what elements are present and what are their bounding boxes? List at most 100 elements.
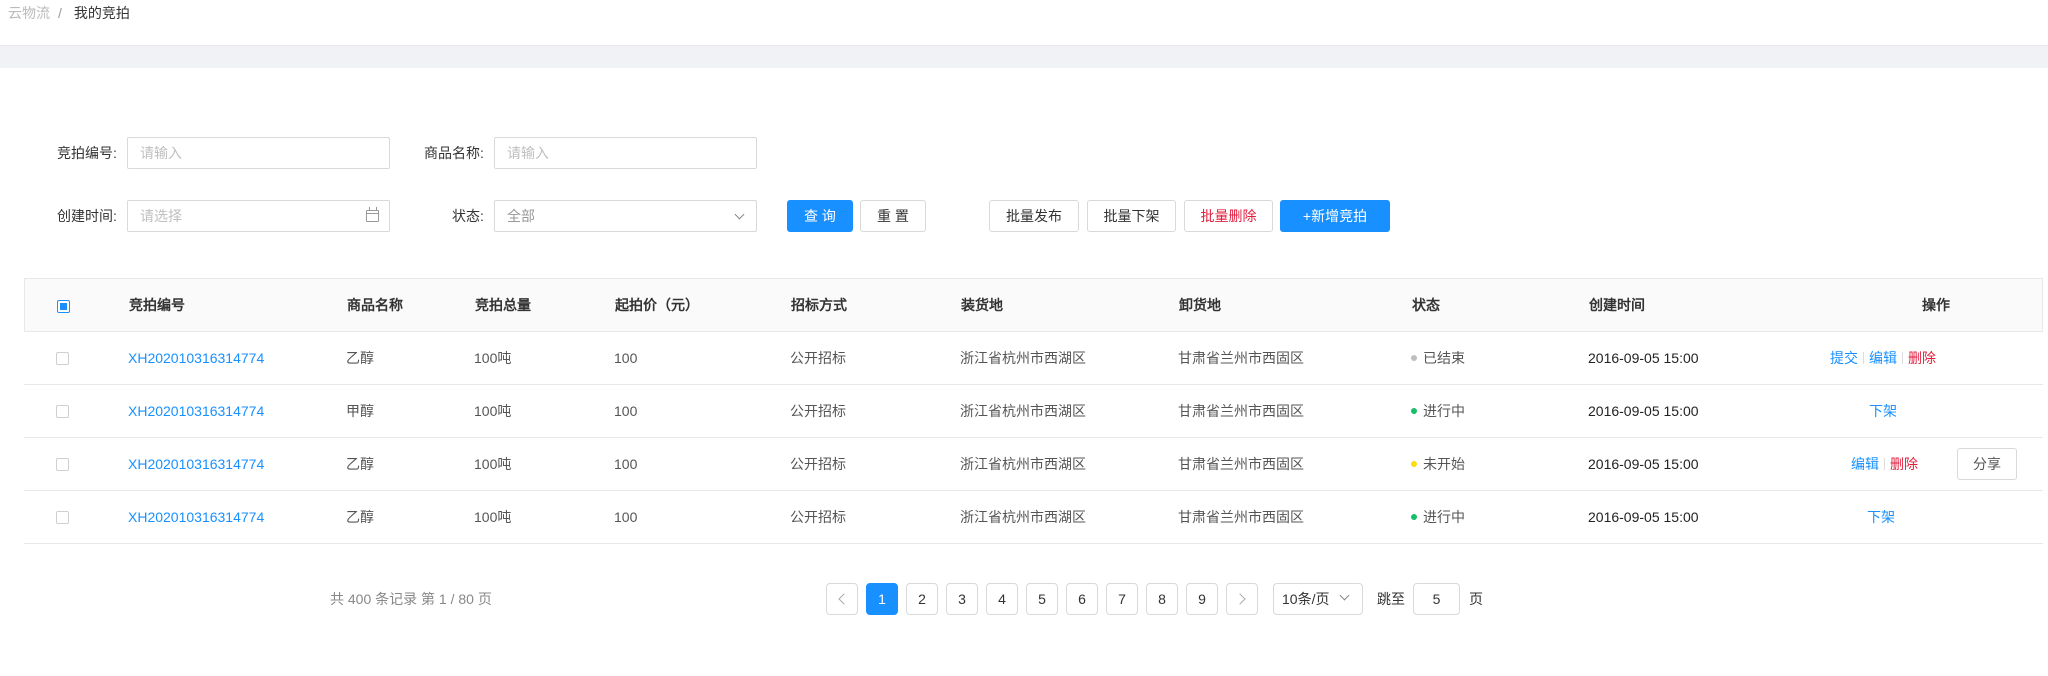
auction-no-input[interactable]: 请输入 bbox=[127, 137, 390, 169]
select-all-checkbox[interactable] bbox=[57, 299, 70, 313]
status-dot-icon bbox=[1411, 355, 1417, 361]
product-name-input[interactable]: 请输入 bbox=[494, 137, 757, 169]
auction-no-label: 竞拍编号: bbox=[57, 145, 117, 161]
header-ops: 操作 bbox=[1922, 297, 1950, 313]
share-cell: 分享 bbox=[1957, 438, 2017, 490]
header-product[interactable]: 商品名称 bbox=[347, 279, 403, 331]
page-button-5[interactable]: 5 bbox=[1026, 583, 1058, 615]
status-select[interactable]: 全部 bbox=[494, 200, 757, 232]
submit-link[interactable]: 提交 bbox=[1830, 348, 1858, 368]
product-cell: 甲醇 bbox=[346, 403, 374, 419]
row-checkbox-cell bbox=[56, 332, 69, 384]
created-cell: 2016-09-05 15:00 bbox=[1588, 403, 1699, 419]
ops-divider bbox=[1902, 352, 1903, 364]
header-status[interactable]: 状态 bbox=[1412, 279, 1440, 331]
header-quantity[interactable]: 竞拍总量 bbox=[475, 279, 531, 331]
page-button-9[interactable]: 9 bbox=[1186, 583, 1218, 615]
chevron-left-icon bbox=[838, 593, 850, 605]
bid-method-cell: 公开招标 bbox=[790, 456, 846, 472]
load-place-cell: 浙江省杭州市西湖区 bbox=[960, 456, 1086, 472]
status-cell: 已结束 bbox=[1411, 332, 1465, 384]
ops-divider bbox=[1884, 458, 1885, 470]
status-dot-icon bbox=[1411, 408, 1417, 414]
page-size-value: 10条/页 bbox=[1282, 591, 1330, 607]
delete-link[interactable]: 删除 bbox=[1908, 348, 1936, 368]
page-gap-band bbox=[0, 46, 2048, 68]
page-button-6[interactable]: 6 bbox=[1066, 583, 1098, 615]
auction-no-link[interactable]: XH202010316314774 bbox=[128, 332, 264, 384]
share-button[interactable]: 分享 bbox=[1957, 448, 2017, 480]
status-cell: 进行中 bbox=[1411, 491, 1465, 543]
edit-link[interactable]: 编辑 bbox=[1869, 348, 1897, 368]
header-load-place[interactable]: 装货地 bbox=[961, 279, 1003, 331]
unlist-link[interactable]: 下架 bbox=[1867, 507, 1895, 527]
auction-no-link[interactable]: XH202010316314774 bbox=[128, 438, 264, 490]
jump-page-unit: 页 bbox=[1469, 591, 1483, 607]
next-page-button[interactable] bbox=[1226, 583, 1258, 615]
edit-link[interactable]: 编辑 bbox=[1851, 454, 1879, 474]
select-all-cell bbox=[57, 280, 70, 332]
quantity-cell: 100吨 bbox=[474, 456, 512, 472]
ops-cell: 下架 bbox=[1869, 385, 1897, 437]
created-time-picker[interactable]: 请选择 bbox=[127, 200, 390, 232]
unlist-link[interactable]: 下架 bbox=[1869, 401, 1897, 421]
add-auction-button[interactable]: +新增竞拍 bbox=[1280, 200, 1390, 232]
created-cell: 2016-09-05 15:00 bbox=[1588, 509, 1699, 525]
chevron-down-icon bbox=[734, 209, 745, 220]
ops-cell: 下架 bbox=[1867, 491, 1895, 543]
page-button-1[interactable]: 1 bbox=[866, 583, 898, 615]
created-cell: 2016-09-05 15:00 bbox=[1588, 456, 1699, 472]
batch-publish-button[interactable]: 批量发布 bbox=[989, 200, 1079, 232]
status-dot-icon bbox=[1411, 514, 1417, 520]
pagination: 1 2 3 4 5 6 7 8 9 bbox=[826, 583, 1266, 615]
created-cell: 2016-09-05 15:00 bbox=[1588, 350, 1699, 366]
breadcrumb: 云物流 / 我的竞拍 bbox=[8, 3, 130, 23]
table-row: XH202010316314774 乙醇 100吨 100 公开招标 浙江省杭州… bbox=[24, 332, 2043, 385]
breadcrumb-root[interactable]: 云物流 bbox=[8, 3, 50, 23]
header-unload-place[interactable]: 卸货地 bbox=[1179, 279, 1221, 331]
created-time-label: 创建时间: bbox=[57, 208, 117, 224]
header-auction-no[interactable]: 竞拍编号 bbox=[129, 279, 185, 331]
status-text: 未开始 bbox=[1423, 456, 1465, 472]
calendar-icon bbox=[366, 207, 379, 222]
batch-unlist-button[interactable]: 批量下架 bbox=[1087, 200, 1176, 232]
row-checkbox[interactable] bbox=[56, 351, 69, 365]
reset-button[interactable]: 重 置 bbox=[860, 200, 926, 232]
header-created[interactable]: 创建时间 bbox=[1589, 279, 1645, 331]
row-checkbox-cell bbox=[56, 438, 69, 490]
page-button-4[interactable]: 4 bbox=[986, 583, 1018, 615]
breadcrumb-current: 我的竞拍 bbox=[73, 5, 130, 21]
chevron-right-icon bbox=[1234, 593, 1246, 605]
status-cell: 未开始 bbox=[1411, 438, 1465, 490]
row-checkbox[interactable] bbox=[56, 404, 69, 418]
delete-link[interactable]: 删除 bbox=[1890, 454, 1918, 474]
page-button-8[interactable]: 8 bbox=[1146, 583, 1178, 615]
bid-method-cell: 公开招标 bbox=[790, 403, 846, 419]
prev-page-button[interactable] bbox=[826, 583, 858, 615]
table-row: XH202010316314774 乙醇 100吨 100 公开招标 浙江省杭州… bbox=[24, 491, 2043, 544]
row-checkbox[interactable] bbox=[56, 457, 69, 471]
unload-place-cell: 甘肃省兰州市西固区 bbox=[1178, 350, 1304, 366]
page-button-2[interactable]: 2 bbox=[906, 583, 938, 615]
page-button-7[interactable]: 7 bbox=[1106, 583, 1138, 615]
bid-method-cell: 公开招标 bbox=[790, 509, 846, 525]
row-checkbox[interactable] bbox=[56, 510, 69, 524]
jump-page-input[interactable]: 5 bbox=[1413, 583, 1460, 615]
ops-cell: 编辑 删除 bbox=[1851, 438, 1918, 490]
header-start-price[interactable]: 起拍价（元） bbox=[615, 279, 699, 331]
start-price-cell: 100 bbox=[614, 509, 638, 525]
row-checkbox-cell bbox=[56, 491, 69, 543]
status-dot-icon bbox=[1411, 461, 1417, 467]
status-select-value: 全部 bbox=[507, 208, 535, 224]
query-button[interactable]: 查 询 bbox=[787, 200, 853, 232]
page-button-3[interactable]: 3 bbox=[946, 583, 978, 615]
batch-delete-button[interactable]: 批量删除 bbox=[1184, 200, 1273, 232]
auction-no-link[interactable]: XH202010316314774 bbox=[128, 385, 264, 437]
quantity-cell: 100吨 bbox=[474, 509, 512, 525]
auction-no-link[interactable]: XH202010316314774 bbox=[128, 491, 264, 543]
auction-table: 竞拍编号 商品名称 竞拍总量 起拍价（元） 招标方式 装货地 卸货地 状态 创建… bbox=[24, 278, 2043, 544]
header-bid-method[interactable]: 招标方式 bbox=[791, 279, 847, 331]
page-size-select[interactable]: 10条/页 bbox=[1273, 583, 1363, 615]
status-label: 状态: bbox=[452, 208, 484, 224]
load-place-cell: 浙江省杭州市西湖区 bbox=[960, 403, 1086, 419]
